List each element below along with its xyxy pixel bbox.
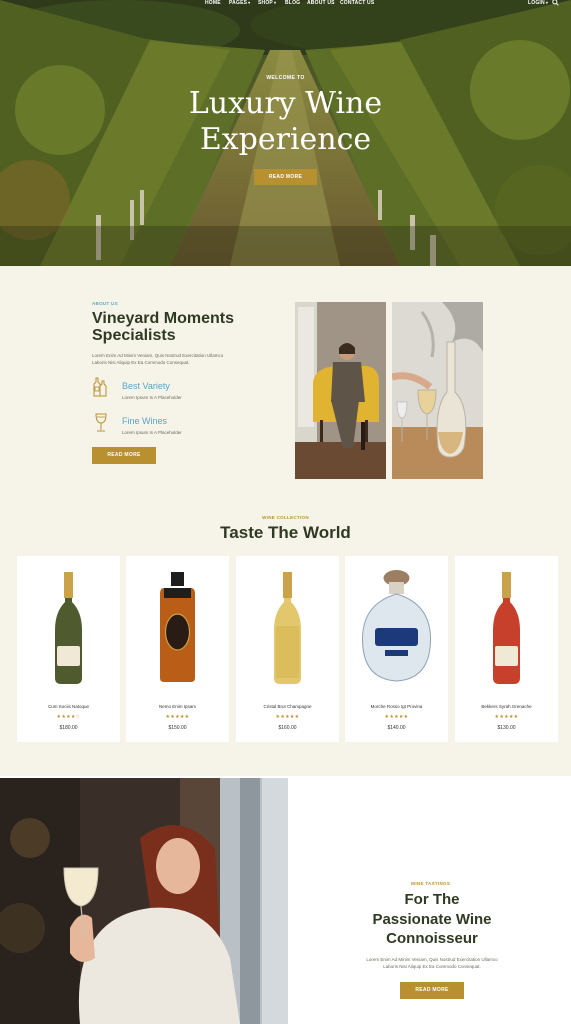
tastings-read-more-button[interactable]: READ MORE [400, 982, 464, 999]
feature-best-variety-subtitle: Lorem Ipsum Is A Placeholder [122, 395, 182, 400]
tequila-bottle-image [361, 570, 432, 682]
tastings-title: For The Passionate Wine Connoisseur [290, 890, 571, 949]
feature-fine-wines-title: Fine Wines [122, 416, 168, 426]
top-navigation: HOME PAGES▾ SHOP▾ BLOG ABOUT US CONTACT … [0, 0, 571, 10]
nav-contact-us[interactable]: CONTACT US [340, 0, 374, 6]
chevron-down-icon: ▾ [248, 0, 251, 5]
nav-pages[interactable]: PAGES▾ [229, 0, 250, 6]
nav-home[interactable]: HOME [205, 0, 221, 6]
hero-title-line-1: Luxury Wine [188, 86, 383, 121]
product-name[interactable]: Cristal Brut Champagne [236, 704, 339, 709]
product-rating: ★★★★★ [494, 714, 519, 720]
nav-shop-label: SHOP [258, 0, 273, 6]
product-name[interactable]: Bekkers Syrah Grenache [455, 704, 558, 709]
product-rating: ★★★★★ [275, 714, 300, 720]
product-card[interactable]: Cristal Brut Champagne ★★★★★ $160.00 [236, 556, 339, 742]
about-description-line-1: Lorem Enim Ad Minim Veniam, Quis Nostrud… [92, 353, 224, 358]
about-title-line-1: Vineyard Moments [92, 310, 234, 327]
chevron-down-icon: ▾ [545, 0, 549, 5]
about-title-line-2: Specialists [92, 327, 176, 344]
product-price: $130.00 [497, 725, 516, 731]
tastings-description-line-1: Lorem Enim Ad Minim Veniam, Quis Nostrud… [366, 957, 498, 962]
feature-best-variety-title: Best Variety [122, 381, 170, 391]
product-price: $150.00 [168, 725, 187, 731]
woman-with-wine-glass-photo [0, 778, 288, 1024]
collection-title: Taste The World [220, 523, 351, 542]
hero-read-more-button[interactable]: READ MORE [254, 169, 317, 185]
tastings-title-line-3: Connoisseur [386, 930, 478, 947]
tastings-title-line-1: For The [404, 891, 460, 908]
product-name[interactable]: Morche Rosso Igt Provina [345, 704, 448, 709]
product-card[interactable]: Nemo Enim Ipsam ★★★★★ $150.00 [126, 556, 229, 742]
product-price: $180.00 [59, 725, 78, 731]
feature-fine-wines-subtitle: Lorem Ipsum Is A Placeholder [122, 430, 182, 435]
about-description: Lorem Enim Ad Minim Veniam, Quis Nostrud… [92, 352, 242, 366]
product-rating: ★★★★☆ [56, 714, 81, 720]
woman-in-chair-photo [295, 302, 386, 479]
product-card[interactable]: Morche Rosso Igt Provina ★★★★★ $140.00 [345, 556, 448, 742]
product-name[interactable]: Cum Sociis Natoque [17, 704, 120, 709]
tastings-description-line-2: Laboris Nisi Aliquip Ex Ea Commodo Conse… [383, 964, 481, 969]
login-label: LOGIN [528, 0, 545, 6]
nav-pages-label: PAGES [229, 0, 248, 6]
product-price: $140.00 [387, 725, 406, 731]
tastings-eyebrow: WINE TASTINGS [410, 881, 451, 886]
product-card[interactable]: Cum Sociis Natoque ★★★★☆ $180.00 [17, 556, 120, 742]
about-eyebrow: ABOUT US [92, 301, 118, 306]
collection-eyebrow: WINE COLLECTION [262, 515, 309, 520]
nav-blog[interactable]: BLOG [285, 0, 300, 6]
cristal-bottle-image [274, 572, 301, 684]
product-name[interactable]: Nemo Enim Ipsam [126, 704, 229, 709]
hero-title: Luxury Wine Experience [0, 86, 571, 158]
champagne-bottle-image [55, 572, 82, 684]
tastings-description: Lorem Enim Ad Minim Veniam, Quis Nostrud… [355, 956, 509, 970]
hero-title-line-2: Experience [199, 122, 372, 157]
about-title: Vineyard Moments Specialists [92, 310, 282, 344]
nav-shop[interactable]: SHOP▾ [258, 0, 276, 6]
chevron-down-icon: ▾ [273, 0, 277, 5]
about-read-more-button[interactable]: READ MORE [92, 447, 156, 464]
product-rating: ★★★★★ [384, 714, 409, 720]
rose-bottle-image [493, 572, 520, 684]
wine-bottles-icon [92, 377, 108, 402]
product-rating: ★★★★★ [165, 714, 190, 720]
decanter-photo [392, 302, 483, 479]
product-card[interactable]: Bekkers Syrah Grenache ★★★★★ $130.00 [455, 556, 558, 742]
tastings-title-line-2: Passionate Wine [372, 910, 492, 928]
search-icon[interactable] [552, 0, 559, 8]
product-price: $160.00 [278, 725, 297, 731]
nav-about-us[interactable]: ABOUT US [307, 0, 335, 6]
wine-glass-icon [94, 413, 108, 438]
login-link[interactable]: LOGIN▾ [528, 0, 548, 6]
whiskey-bottle-image [160, 572, 195, 682]
hero-section: HOME PAGES▾ SHOP▾ BLOG ABOUT US CONTACT … [0, 0, 571, 266]
hero-eyebrow: WELCOME TO [266, 75, 305, 81]
about-description-line-2: Laboris Nisi Aliquip Ex Ea Commodo Conse… [92, 360, 190, 365]
